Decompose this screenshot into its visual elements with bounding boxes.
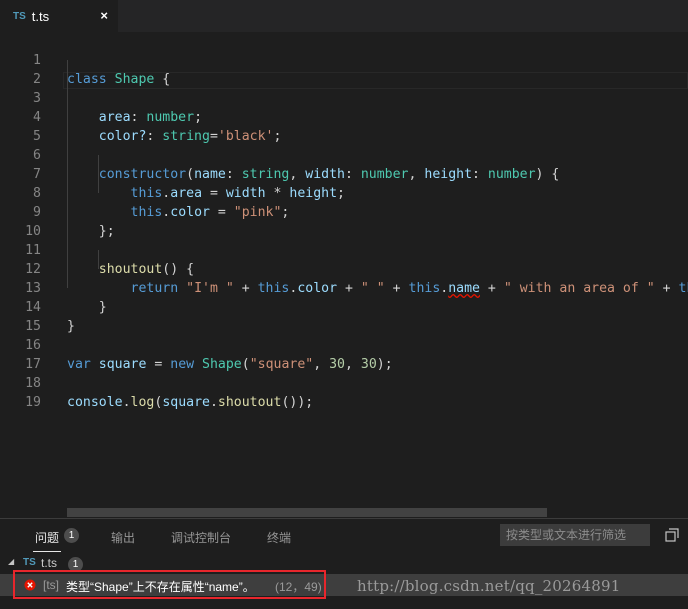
- code-line: 14 }: [25, 300, 75, 334]
- tab-terminal[interactable]: 终端: [267, 529, 291, 546]
- filter-input[interactable]: 按类型或文本进行筛选: [500, 524, 650, 546]
- code-line: 19: [25, 395, 41, 410]
- code-line: 7 this.area = width * height;: [33, 167, 345, 201]
- tab-problems[interactable]: 问题: [32, 529, 62, 552]
- annotation-highlight-box: [13, 570, 326, 599]
- tab-title: t.ts: [31, 8, 50, 24]
- tab-output[interactable]: 输出: [111, 529, 135, 546]
- code-line: 13 }: [25, 281, 107, 315]
- watermark: http://blog.csdn.net/qq_20264891: [357, 577, 621, 595]
- code-line: 12 return "I'm " + this.color + " " + th…: [25, 262, 688, 296]
- code-editor[interactable]: 1 class Shape { 2 3 area: number; 4 colo…: [0, 32, 688, 514]
- typescript-file-icon: TS: [13, 10, 26, 22]
- code-line: 18 console.log(square.shoutout());: [25, 376, 314, 410]
- code-line: 10: [25, 224, 41, 239]
- horizontal-scrollbar[interactable]: [67, 508, 547, 517]
- tab-debug-console[interactable]: 调试控制台: [171, 529, 231, 546]
- problem-file-name: t.ts: [41, 556, 58, 570]
- close-icon[interactable]: ×: [100, 8, 108, 23]
- tab-bar: TS t.ts ×: [0, 0, 688, 32]
- panel-tabs: 问题 1 输出 调试控制台 终端 按类型或文本进行筛选: [0, 519, 688, 553]
- problems-count-badge: 1: [64, 528, 79, 543]
- code-line: 4 color?: string='black';: [33, 110, 282, 144]
- code-line: 9 };: [33, 205, 115, 239]
- typescript-file-icon: TS: [23, 557, 36, 568]
- code-line: 16 var square = new Shape("square", 30, …: [25, 338, 393, 372]
- code-line: 1 class Shape {: [33, 53, 171, 87]
- code-line: 5: [33, 129, 41, 144]
- code-line: 11 shoutout() {: [25, 243, 195, 277]
- code-line: 6 constructor(name: string, width: numbe…: [33, 148, 560, 182]
- code-line: 8 this.color = "pink";: [33, 186, 290, 220]
- code-line: 17: [25, 357, 41, 372]
- code-line: 2: [33, 72, 41, 87]
- editor-tab-t-ts[interactable]: TS t.ts ×: [0, 0, 118, 32]
- code-line: 3 area: number;: [33, 91, 203, 125]
- code-line: 15: [25, 319, 41, 334]
- collapse-all-icon[interactable]: [665, 528, 679, 542]
- expand-triangle-icon[interactable]: ◢: [8, 557, 14, 566]
